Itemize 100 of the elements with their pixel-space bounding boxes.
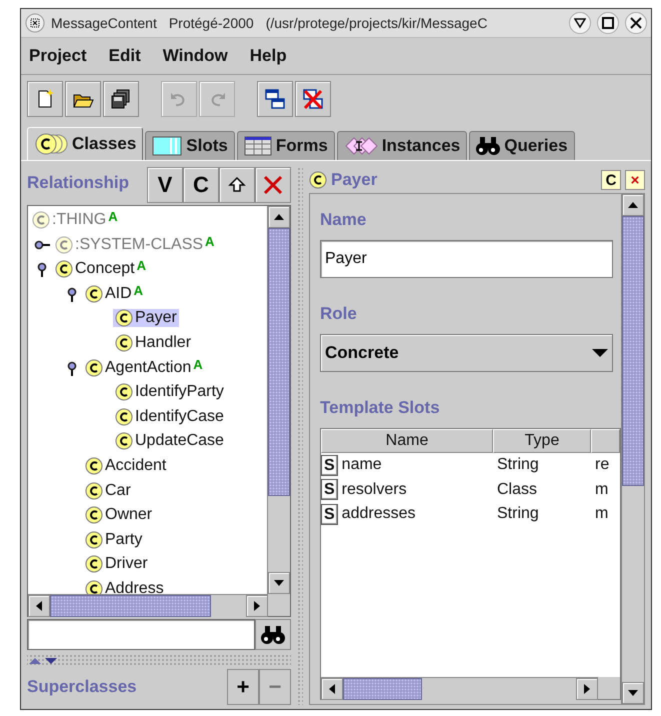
class-icon [85, 555, 103, 574]
toolbar-button[interactable]: V [147, 167, 183, 203]
class-icon [115, 383, 133, 402]
table-cell-text: Class [496, 480, 538, 499]
slot-icon [152, 135, 182, 157]
move-up-button[interactable] [219, 167, 255, 203]
tree-item[interactable]: Party [83, 530, 144, 549]
tab[interactable]: Instances [336, 131, 468, 160]
tree-item[interactable]: Owner [83, 506, 154, 524]
grid-icon [244, 135, 272, 157]
panel-title: Payer [331, 170, 378, 190]
scroll-down-icon[interactable] [274, 580, 284, 586]
class-icon [85, 506, 103, 524]
tab[interactable]: Forms [236, 131, 335, 160]
scrollbar-corner [268, 594, 290, 616]
remove-window-button[interactable] [295, 81, 331, 117]
table-cell: name [342, 456, 382, 474]
class-icon [115, 309, 133, 328]
table-cell-text: m [594, 505, 608, 524]
square-icon [602, 17, 614, 29]
delete-button[interactable] [255, 167, 291, 203]
horizontal-scrollbar[interactable] [321, 677, 598, 700]
class-icon [115, 408, 133, 426]
new-button[interactable] [27, 81, 63, 117]
add-button[interactable]: + [227, 669, 259, 706]
dropdown-arrow-icon [592, 348, 608, 358]
table-cell: addresses [342, 505, 416, 524]
search-field[interactable] [27, 618, 255, 650]
scroll-right-icon[interactable] [584, 684, 590, 694]
vertical-scrollbar[interactable] [621, 194, 644, 704]
scroll-up-icon[interactable] [628, 202, 638, 208]
maximize-button[interactable] [597, 12, 619, 34]
add-window-button[interactable] [257, 81, 293, 117]
open-button[interactable] [65, 81, 101, 117]
column-header[interactable]: Name [321, 429, 493, 453]
table-cell-text: re [594, 456, 610, 474]
diamonds-icon [344, 135, 378, 157]
window-title: (/usr/protege/projects/kir/MessageC [266, 15, 488, 31]
class-icon [55, 236, 73, 254]
tab[interactable]: Slots [145, 131, 235, 160]
table-cell: resolvers [342, 480, 407, 499]
tree-item[interactable]: Address [83, 580, 166, 594]
circles-icon [34, 133, 68, 155]
field-label: Name [320, 210, 368, 230]
slot-icon: S [321, 454, 338, 476]
class-icon [32, 211, 50, 230]
class-icon [115, 432, 133, 450]
column-header[interactable]: Type [493, 429, 591, 453]
tree-item[interactable]: Payer [113, 309, 179, 328]
panel-title: Superclasses [27, 677, 138, 698]
menu-item[interactable]: Window [162, 46, 228, 66]
floppy-disk-icon [110, 88, 132, 110]
scroll-right-icon[interactable] [254, 600, 260, 611]
vertical-scrollbar[interactable] [267, 206, 290, 594]
tree-item[interactable]: IdentifyCase [113, 408, 226, 426]
class-icon [85, 530, 103, 549]
tree-item[interactable]: Car [83, 482, 133, 500]
binoculars-icon [476, 136, 500, 156]
horizontal-scrollbar[interactable] [28, 594, 268, 617]
name-field[interactable]: Payer [320, 240, 613, 278]
toolbar-button[interactable]: C [183, 167, 219, 203]
scroll-down-icon[interactable] [628, 690, 638, 696]
tab[interactable]: Queries [469, 131, 575, 160]
panel-title: Relationship [27, 172, 130, 193]
class-icon [85, 482, 103, 500]
windows-cross-icon [302, 88, 324, 110]
binoculars-icon [261, 624, 285, 645]
tree-item[interactable]: UpdateCase [113, 432, 226, 450]
tree-item[interactable]: IdentifyParty [113, 383, 226, 402]
table-cell-text: m [594, 480, 608, 499]
class-button[interactable]: C [601, 170, 621, 190]
close-button[interactable]: × [625, 170, 645, 190]
table-cell-text: String [496, 456, 540, 474]
tree-item[interactable]: Accident [83, 456, 168, 475]
save-button[interactable] [103, 81, 139, 117]
class-icon [309, 171, 327, 189]
search-button[interactable] [255, 618, 291, 650]
class-icon [55, 260, 73, 278]
column-header[interactable] [591, 429, 620, 453]
class-icon [85, 456, 103, 475]
window-menu-icon[interactable] [25, 13, 45, 33]
role-dropdown[interactable]: Concrete [320, 334, 613, 372]
scrollbar-corner [598, 677, 620, 699]
tree-item[interactable]: Handler [113, 334, 194, 352]
scroll-up-icon[interactable] [274, 214, 284, 220]
table-cell-text: String [496, 505, 540, 524]
menu-item[interactable]: Help [250, 46, 287, 66]
scroll-left-icon[interactable] [329, 684, 335, 694]
menu-item[interactable]: Edit [108, 46, 141, 66]
class-icon [85, 580, 103, 594]
delete-icon [263, 175, 283, 195]
field-label: Role [320, 304, 358, 324]
windows-icon [264, 88, 286, 110]
close-button[interactable] [625, 12, 647, 34]
minimize-button[interactable] [569, 12, 591, 34]
tab[interactable]: Classes [27, 127, 144, 160]
scroll-left-icon[interactable] [36, 600, 42, 611]
menu-item[interactable]: Project [29, 46, 87, 66]
tree-item[interactable]: Driver [83, 555, 150, 574]
triangle-icon [574, 17, 586, 29]
